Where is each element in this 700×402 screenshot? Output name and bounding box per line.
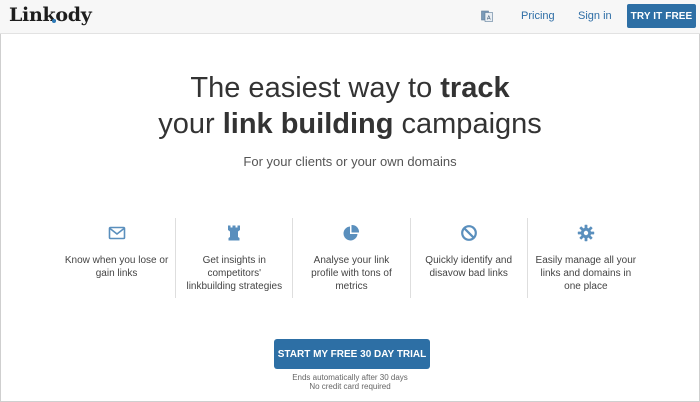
hero-line2-suffix: campaigns	[393, 108, 542, 140]
hero-line1-text: The easiest way to	[190, 72, 441, 104]
hero-subtitle: For your clients or your own domains	[243, 154, 457, 169]
feature-item: Know when you lose or gain links	[58, 218, 175, 298]
feature-item: Easily manage all your links and domains…	[526, 218, 644, 298]
logo-dot	[52, 19, 56, 23]
feature-text: Quickly identify and disavow bad links	[425, 255, 513, 279]
trial-note-no-card: No credit card required	[309, 382, 391, 391]
feature-list: Know when you lose or gain links Get ins…	[58, 218, 644, 298]
envelope-icon	[108, 226, 125, 240]
pie-chart-icon	[343, 224, 360, 241]
hero-headline-line2: your link building campaigns	[0, 106, 700, 142]
feature-text: Analyse your link profile with tons of m…	[311, 255, 392, 292]
linkody-logo[interactable]: Linkody	[9, 4, 92, 26]
gear-icon	[577, 224, 595, 242]
hero-line2-bold: link building	[222, 108, 394, 140]
feature-item: Quickly identify and disavow bad links	[409, 218, 527, 298]
hero-headline-line1: The easiest way to track	[0, 70, 700, 106]
feature-item: Analyse your link profile with tons of m…	[292, 218, 409, 298]
try-it-free-button[interactable]: TRY IT FREE	[627, 4, 696, 28]
feature-text: Get insights in competitors' linkbuildin…	[186, 255, 283, 292]
ban-icon	[460, 225, 477, 241]
feature-text: Easily manage all your links and domains…	[535, 255, 637, 292]
feature-text: Know when you lose or gain links	[64, 255, 169, 279]
nav-pricing-link[interactable]: Pricing	[521, 10, 555, 22]
translate-icon[interactable]: A	[481, 10, 493, 22]
nav-sign-in-link[interactable]: Sign in	[578, 10, 612, 22]
hero-line1-bold: track	[440, 72, 510, 104]
svg-text:A: A	[487, 16, 491, 22]
hero-line2-text: your	[158, 108, 223, 140]
top-navbar: Linkody A Pricing Sign in TRY IT FREE	[0, 0, 700, 34]
feature-item: Get insights in competitors' linkbuildin…	[175, 218, 292, 298]
trial-note-ends: Ends automatically after 30 days	[292, 373, 408, 382]
start-free-trial-button[interactable]: START MY FREE 30 DAY TRIAL	[274, 339, 430, 369]
chess-rook-icon	[228, 225, 241, 241]
